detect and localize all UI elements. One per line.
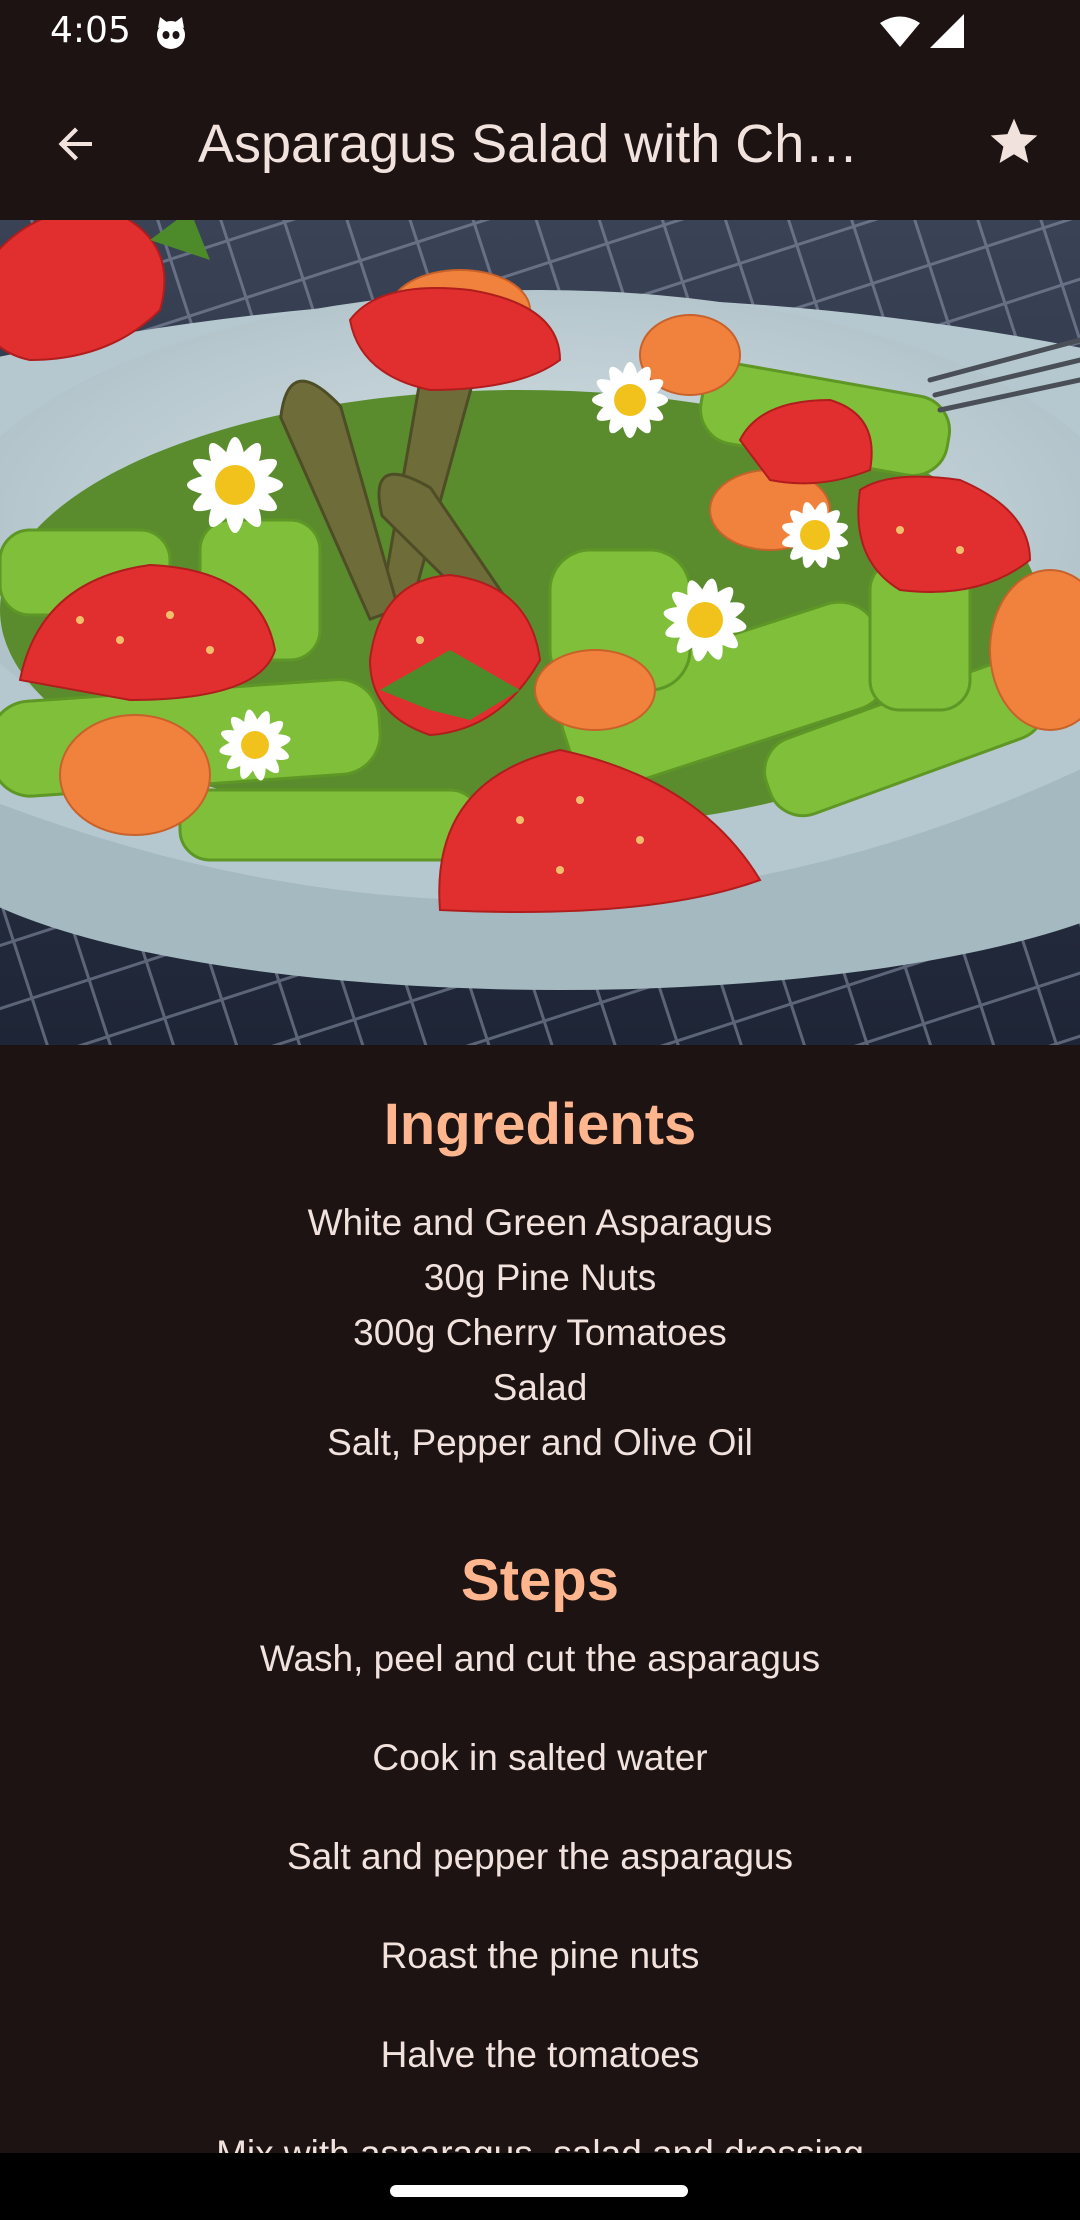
step-item: Cook in salted water bbox=[372, 1737, 708, 1778]
step-item: Wash, peel and cut the asparagus bbox=[259, 1638, 821, 1679]
ingredient-item: 30g Pine Nuts bbox=[423, 1257, 657, 1298]
step-item: Roast the pine nuts bbox=[380, 1935, 700, 1976]
steps-title: Steps bbox=[461, 1548, 619, 1613]
status-time: 4:05 bbox=[50, 10, 131, 51]
step-item: Halve the tomatoes bbox=[380, 2034, 700, 2075]
back-button[interactable] bbox=[40, 108, 112, 180]
ingredient-item: White and Green Asparagus bbox=[307, 1202, 773, 1243]
navigation-bar bbox=[0, 2153, 1080, 2220]
arrow-back-icon bbox=[58, 127, 92, 161]
ingredients-list: White and Green Asparagus 30g Pine Nuts … bbox=[0, 1195, 1080, 1470]
ingredient-item: Salt, Pepper and Olive Oil bbox=[327, 1422, 753, 1463]
recipe-content: Ingredients White and Green Asparagus 30… bbox=[0, 1045, 1080, 2153]
cat-icon bbox=[157, 17, 185, 49]
recipe-image bbox=[0, 220, 1080, 1045]
step-item: Mix with asparagus, salad and dressing bbox=[0, 2127, 1080, 2153]
app-bar: Asparagus Salad with Ch… bbox=[0, 66, 1080, 220]
home-gesture-handle[interactable] bbox=[390, 2185, 688, 2197]
recipe-title: Asparagus Salad with Ch… bbox=[198, 114, 859, 174]
signal-icon bbox=[930, 14, 964, 48]
favorite-button[interactable] bbox=[978, 106, 1050, 178]
status-bar: 4:05 bbox=[0, 0, 1080, 66]
recipe-detail-screen: 4:05 Asparagus Salad with Ch… Ingredient… bbox=[0, 0, 1080, 2220]
ingredients-title: Ingredients bbox=[383, 1092, 697, 1157]
wifi-icon bbox=[880, 16, 920, 47]
steps-list: Wash, peel and cut the asparagus Cook in… bbox=[0, 1632, 1080, 2153]
step-item: Salt and pepper the asparagus bbox=[286, 1836, 794, 1877]
ingredient-item: 300g Cherry Tomatoes bbox=[353, 1312, 727, 1353]
star-icon bbox=[990, 118, 1038, 163]
ingredient-item: Salad bbox=[492, 1367, 588, 1408]
